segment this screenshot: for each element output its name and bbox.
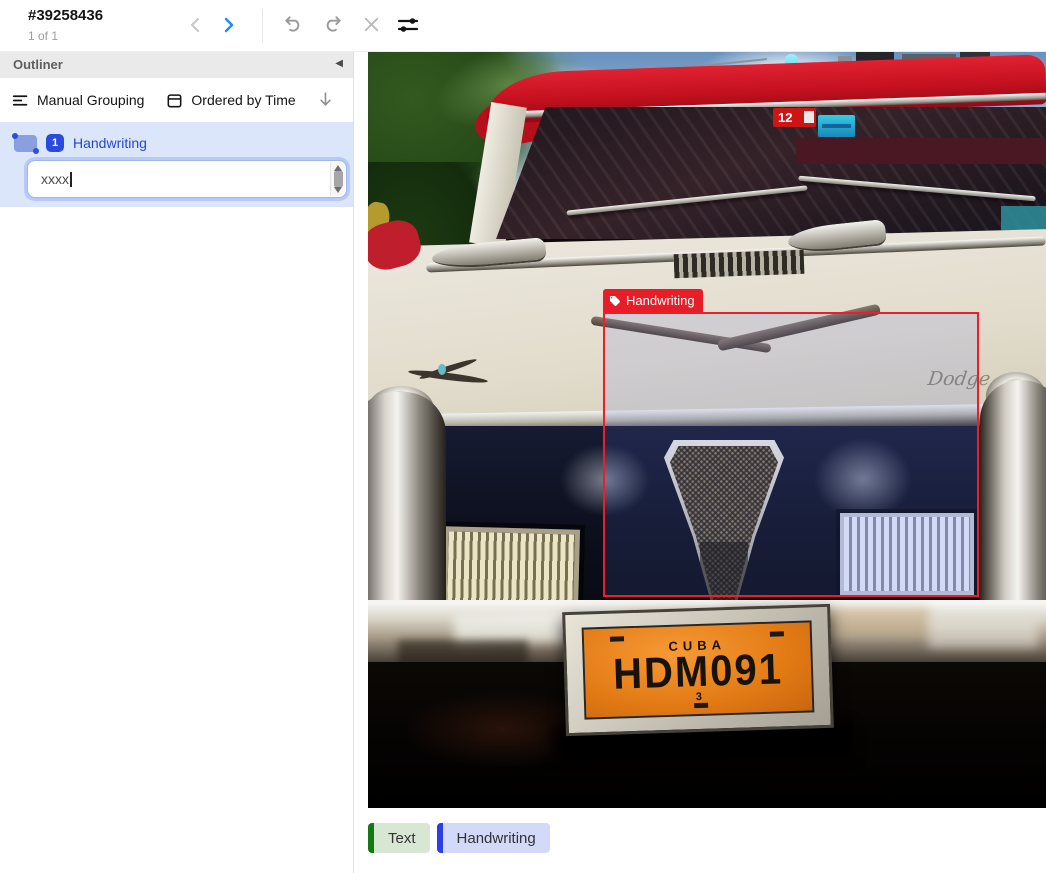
plate-number: HDM091 [613, 648, 784, 694]
outliner-panel: Outliner ◀ Manual Grouping Ordered by Ti… [0, 52, 354, 873]
view-settings-button[interactable] [395, 13, 421, 39]
scrollbar-thumb[interactable] [334, 171, 343, 187]
region-tag-label: Handwriting [626, 293, 695, 308]
hood-ornament-fins [674, 250, 805, 279]
license-plate-face: CUBA HDM091 3 [582, 620, 815, 719]
chevron-right-icon [217, 13, 241, 37]
fender-star-emblem [408, 364, 488, 390]
label-text: Text [388, 830, 416, 847]
bumper-reflection [928, 618, 1038, 648]
annotation-canvas[interactable]: 12 Dodge CUBA HDM091 3 [368, 52, 1046, 808]
region-text-value: xxxx [41, 171, 72, 187]
label-text: Handwriting [457, 830, 536, 847]
region-list-item[interactable]: 1 Handwriting [14, 130, 147, 156]
interior-visor [796, 138, 1046, 164]
tag-icon [609, 295, 621, 307]
bounding-box[interactable] [603, 312, 979, 597]
scroll-down-icon[interactable] [334, 187, 342, 193]
license-plate: CUBA HDM091 3 [562, 604, 834, 736]
top-toolbar: #39258436 1 of 1 [0, 0, 1046, 52]
grouping-icon [12, 92, 29, 109]
emblem-glint [438, 364, 446, 375]
reset-button[interactable] [358, 13, 384, 39]
arrow-down-icon [316, 90, 335, 109]
outliner-title: Outliner [13, 57, 63, 72]
label-picker: Text Handwriting [368, 823, 550, 853]
task-id: #39258436 [28, 7, 103, 24]
windshield-sticker-12: 12 [773, 108, 816, 127]
plate-bolt [695, 703, 709, 708]
undo-icon [282, 13, 305, 36]
sliders-icon [396, 13, 420, 37]
task-pager: 1 of 1 [28, 29, 58, 43]
undo-button[interactable] [280, 13, 306, 39]
textarea-scrollbar[interactable] [330, 162, 345, 196]
grouping-selector[interactable]: Manual Grouping [12, 92, 144, 109]
label-button-handwriting[interactable]: Handwriting [437, 823, 550, 853]
toolbar-divider [262, 9, 263, 43]
close-icon [360, 13, 383, 36]
plate-bolt [770, 631, 784, 636]
region-text-input[interactable]: xxxx [27, 160, 347, 198]
next-task-button[interactable] [216, 13, 242, 39]
label-button-text[interactable]: Text [368, 823, 430, 853]
outliner-controls: Manual Grouping Ordered by Time [0, 78, 353, 122]
prev-task-button[interactable] [182, 13, 208, 39]
dashboard-reflection [1001, 206, 1046, 230]
bounding-box-icon [14, 135, 37, 152]
order-direction-button[interactable] [316, 90, 335, 112]
windshield-sticker-blue [818, 115, 855, 137]
collapse-panel-button[interactable]: ◀ [335, 58, 343, 69]
region-label: Handwriting [73, 135, 147, 151]
windshield [496, 107, 1046, 239]
plate-bolt [610, 636, 624, 641]
selected-region-block: 1 Handwriting xxxx [0, 122, 353, 207]
ordering-label: Ordered by Time [191, 92, 295, 108]
outliner-header: Outliner ◀ [0, 52, 353, 78]
region-index-badge: 1 [46, 134, 64, 152]
chevron-left-icon [183, 13, 207, 37]
redo-button[interactable] [319, 13, 345, 39]
region-tag[interactable]: Handwriting [603, 289, 703, 312]
ordering-selector[interactable]: Ordered by Time [166, 92, 295, 109]
redo-icon [321, 13, 344, 36]
text-caret [70, 172, 72, 187]
grouping-label: Manual Grouping [37, 92, 144, 108]
ordering-icon [166, 92, 183, 109]
